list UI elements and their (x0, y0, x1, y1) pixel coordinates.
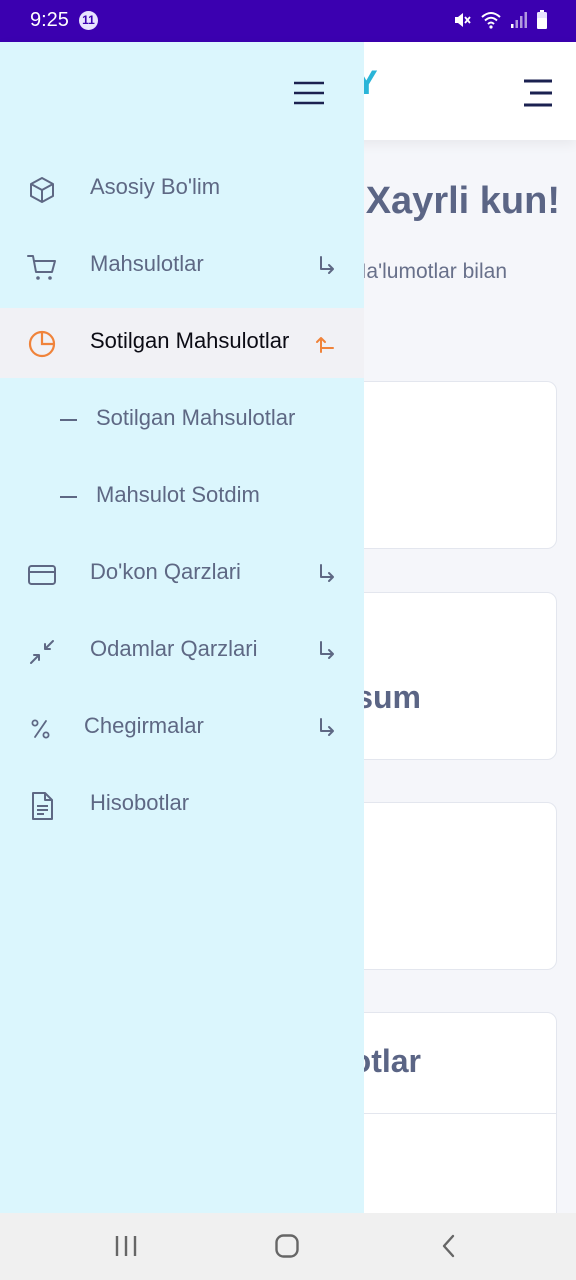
cart-icon (27, 255, 56, 280)
signal-icon (511, 12, 527, 28)
drawer-toggle-icon[interactable] (293, 80, 325, 106)
wifi-icon (481, 12, 501, 29)
sidebar-item-chegirmalar[interactable]: Chegirmalar (0, 693, 364, 763)
sidebar-item-dokon-qarzlari[interactable]: Do'kon Qarzlari (0, 539, 364, 609)
battery-icon (537, 10, 547, 29)
sidebar-item-label: Do'kon Qarzlari (90, 559, 241, 584)
system-nav-bar (0, 1213, 576, 1280)
expand-arrow-icon (320, 564, 334, 582)
collapse-arrow-icon (316, 337, 334, 353)
expand-arrow-icon (320, 256, 334, 274)
percent-icon (31, 719, 50, 739)
menu-icon[interactable] (522, 78, 554, 108)
minimize-arrows-icon (30, 640, 54, 664)
status-bar: 9:25 11 (0, 0, 576, 42)
sidebar-item-label: Hisobotlar (90, 790, 190, 815)
dash-icon (60, 496, 77, 498)
expand-arrow-icon (320, 641, 334, 659)
notification-badge: 11 (79, 11, 98, 30)
pie-chart-icon (28, 330, 56, 358)
navigation-drawer: Asosiy Bo'lim Mahsulotlar Sotilgan Mahsu… (0, 42, 364, 1213)
expand-arrow-icon (320, 718, 334, 736)
sidebar-item-sotilgan[interactable]: Sotilgan Mahsulotlar (0, 308, 364, 378)
sidebar-item-label: Sotilgan Mahsulotlar (90, 328, 290, 353)
document-icon (32, 792, 53, 820)
box-icon (30, 177, 54, 203)
sidebar-item-asosiy[interactable]: Asosiy Bo'lim (0, 154, 364, 224)
credit-card-icon (28, 565, 56, 585)
submenu-item-sotilgan[interactable]: Sotilgan Mahsulotlar (0, 385, 364, 455)
mute-icon (455, 13, 471, 27)
back-icon[interactable] (439, 1234, 459, 1258)
recent-apps-icon[interactable] (113, 1234, 139, 1258)
submenu-item-label: Mahsulot Sotdim (96, 482, 260, 507)
status-icons (452, 10, 548, 30)
sidebar-item-odamlar-qarzlari[interactable]: Odamlar Qarzlari (0, 616, 364, 686)
sidebar-item-label: Mahsulotlar (90, 251, 204, 276)
sidebar-item-hisobotlar[interactable]: Hisobotlar (0, 770, 364, 840)
sidebar-item-label: Asosiy Bo'lim (90, 174, 221, 199)
submenu-item-label: Sotilgan Mahsulotlar (96, 405, 296, 430)
status-time: 9:25 (30, 9, 69, 31)
sidebar-item-label: Chegirmalar (84, 713, 204, 738)
dash-icon (60, 419, 77, 421)
submenu-item-sotdim[interactable]: Mahsulot Sotdim (0, 462, 364, 532)
home-icon[interactable] (274, 1233, 300, 1259)
sidebar-item-mahsulotlar[interactable]: Mahsulotlar (0, 231, 364, 301)
sidebar-item-label: Odamlar Qarzlari (90, 636, 258, 661)
